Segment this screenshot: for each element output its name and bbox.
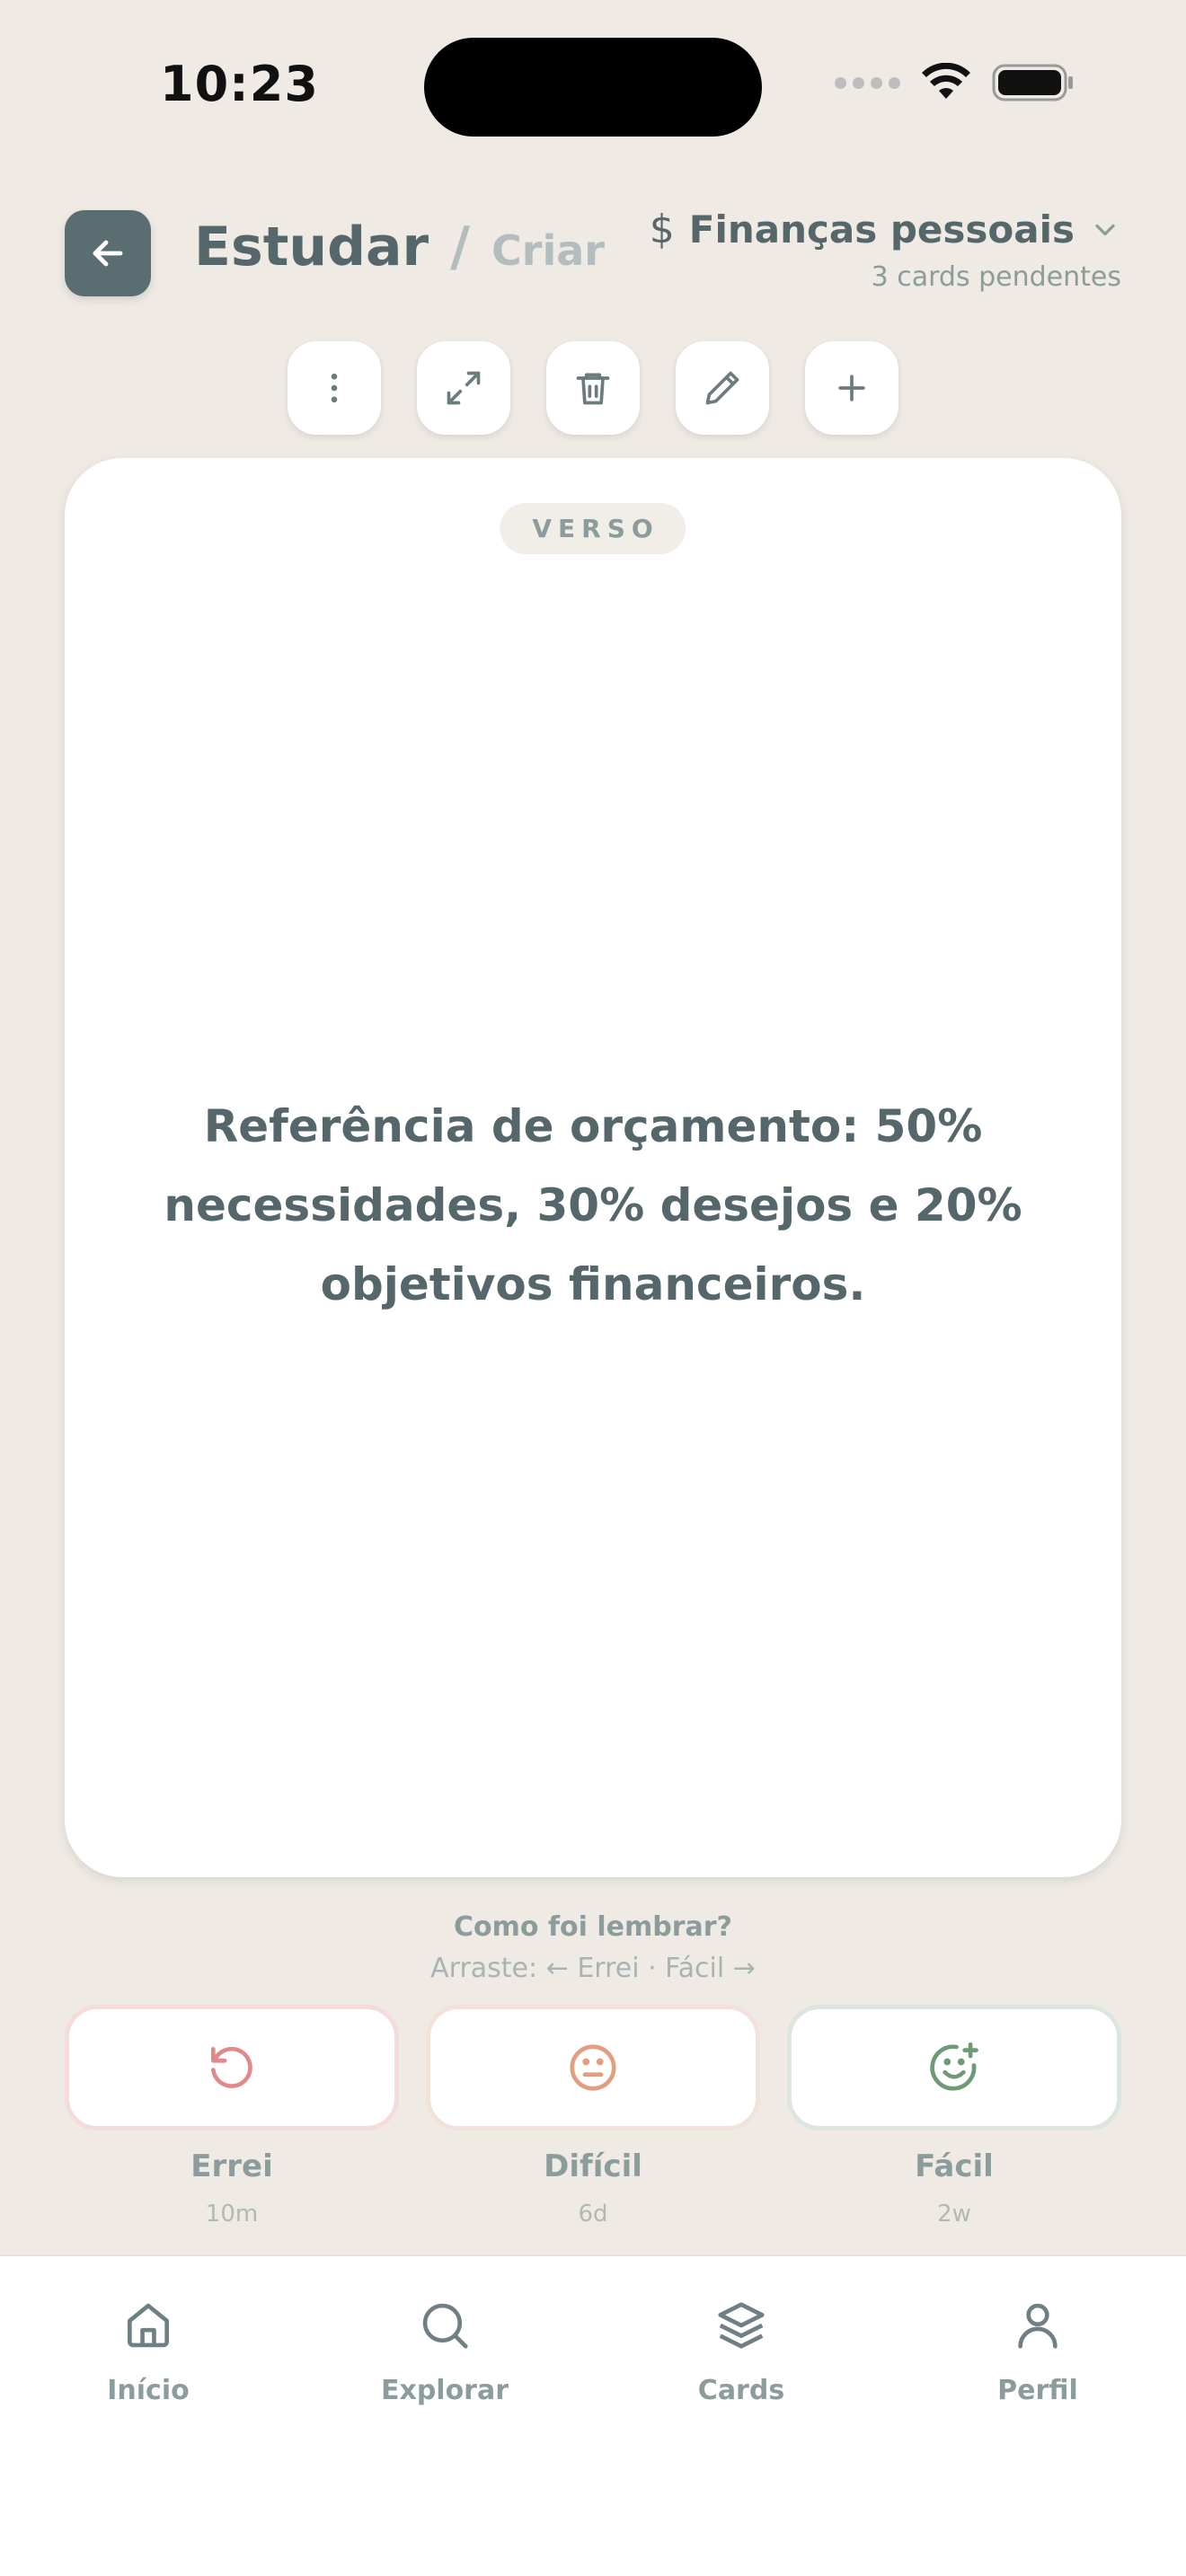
deck-name: Finanças pessoais <box>688 207 1075 251</box>
answer-hard: Difícil 6d <box>426 2005 760 2228</box>
nav-label-cards: Cards <box>697 2375 785 2406</box>
page-title: Estudar <box>194 216 429 278</box>
status-icons <box>835 63 1075 102</box>
nav-label-explore: Explorar <box>380 2375 509 2406</box>
more-options-button[interactable] <box>288 341 381 435</box>
nav-label-home: Início <box>107 2375 190 2406</box>
hard-label: Difícil <box>544 2148 642 2184</box>
wrong-label: Errei <box>190 2148 273 2184</box>
bottom-nav: Início Explorar Cards Perfil <box>0 2254 1186 2576</box>
card-answer-text: Referência de orçamento: 50% necessidade… <box>164 1100 1022 1310</box>
plus-icon <box>838 375 865 401</box>
answer-easy: Fácil 2w <box>787 2005 1121 2228</box>
home-icon <box>128 2303 169 2348</box>
smile-plus-icon <box>930 2042 978 2091</box>
arrow-left-icon <box>93 240 123 267</box>
easy-interval: 2w <box>937 2201 971 2228</box>
search-icon <box>422 2303 468 2349</box>
answer-buttons: Errei 10m Difícil 6d Fácil 2w <box>65 2005 1121 2228</box>
nav-item-profile[interactable]: Perfil <box>890 2256 1186 2576</box>
page-title-row: Estudar / Criar <box>194 216 605 278</box>
edit-button[interactable] <box>676 341 769 435</box>
title-separator: / <box>450 216 471 278</box>
hard-button[interactable] <box>426 2005 760 2130</box>
expand-icon <box>447 371 481 405</box>
wrong-interval: 10m <box>205 2201 259 2228</box>
nav-label-profile: Perfil <box>997 2375 1078 2406</box>
easy-button[interactable] <box>787 2005 1121 2130</box>
cellular-signal-icon <box>835 76 900 89</box>
add-button[interactable] <box>805 341 898 435</box>
neutral-face-icon <box>570 2044 616 2091</box>
undo-icon <box>211 2046 252 2088</box>
user-icon <box>1018 2303 1058 2349</box>
wifi-icon <box>922 63 970 99</box>
wrong-button[interactable] <box>65 2005 399 2130</box>
review-prompt: Como foi lembrar? <box>454 1911 732 1943</box>
expand-button[interactable] <box>417 341 510 435</box>
back-button[interactable] <box>65 210 151 296</box>
battery-icon <box>992 64 1073 101</box>
layers-icon <box>718 2302 765 2349</box>
flashcard[interactable]: VERSO Referência de orçamento: 50% neces… <box>65 458 1121 1877</box>
pending-count: 3 cards pendentes <box>871 261 1121 293</box>
study-screen: 10:23 Estudar / Criar $ Finanças pessoai… <box>0 0 1186 2576</box>
chevron-down-icon <box>1095 224 1115 235</box>
hard-interval: 6d <box>578 2201 608 2228</box>
nav-item-cards[interactable]: Cards <box>593 2256 890 2576</box>
status-time: 10:23 <box>160 56 319 112</box>
deck-selector[interactable]: $ Finanças pessoais 3 cards pendentes <box>650 207 1121 293</box>
nav-item-explore[interactable]: Explorar <box>296 2256 593 2576</box>
card-toolbar <box>288 341 898 435</box>
dollar-icon: $ <box>649 207 675 252</box>
card-side-badge: VERSO <box>500 503 686 554</box>
answer-wrong: Errei 10m <box>65 2005 399 2228</box>
more-vertical-icon <box>331 373 338 403</box>
swipe-hint: Arraste: ← Errei · Fácil → <box>430 1953 756 1984</box>
delete-button[interactable] <box>546 341 640 435</box>
create-tab[interactable]: Criar <box>491 226 605 275</box>
dynamic-island <box>424 38 762 137</box>
easy-label: Fácil <box>915 2148 994 2184</box>
nav-item-home[interactable]: Início <box>0 2256 296 2576</box>
pencil-icon <box>705 371 739 405</box>
trash-icon <box>576 373 610 405</box>
